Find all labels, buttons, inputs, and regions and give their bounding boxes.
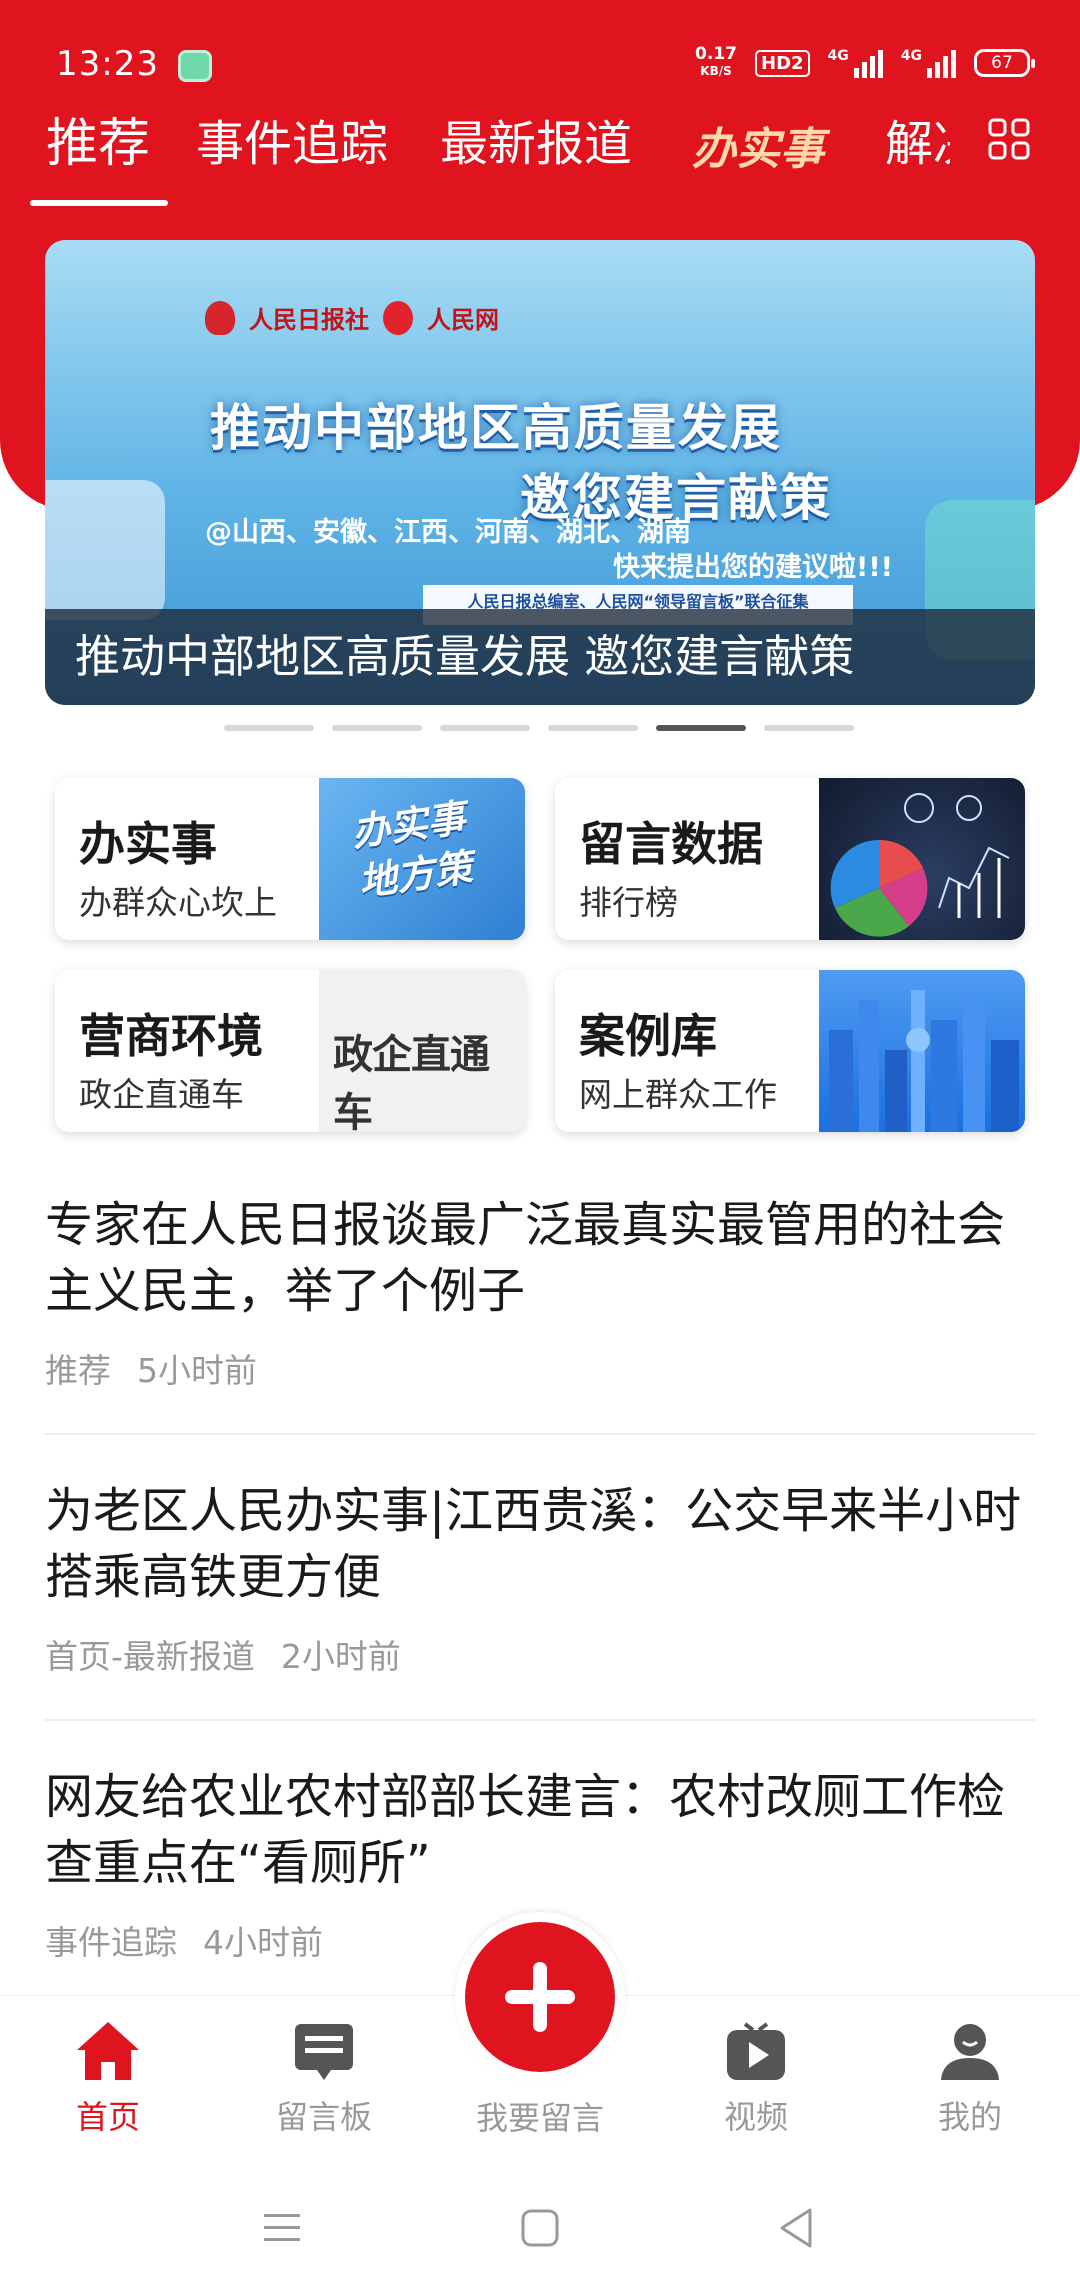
home-square-icon[interactable] <box>520 2208 560 2248</box>
card-image-skyline <box>819 970 1025 1132</box>
banner-subtitle-1: @山西、安徽、江西、河南、湖北、湖南 <box>205 517 691 548</box>
home-icon <box>77 2022 139 2080</box>
card-image-text: 办实事 地方策 <box>349 795 476 905</box>
status-time: 13:23 <box>56 44 159 84</box>
carousel-dot <box>224 725 314 731</box>
tab-solve-label: 解决 <box>885 116 950 172</box>
nav-board-label: 留言板 <box>275 2098 372 2136</box>
news-time: 4小时前 <box>203 1923 323 1962</box>
card-title: 营商环境 <box>79 1009 263 1063</box>
tab-latest-reports[interactable]: 最新报道 <box>440 112 632 176</box>
carousel-dot <box>764 725 854 731</box>
signal-label-sim1: 4G <box>827 48 849 64</box>
card-subtitle: 网上群众工作 <box>579 1075 777 1114</box>
nav-home-label: 首页 <box>75 2098 140 2136</box>
nav-video[interactable]: 视频 <box>676 2016 836 2138</box>
tab-get-things-done[interactable]: 办实事 <box>692 118 824 182</box>
publisher-logos: 人民日报社 人民网 <box>205 300 499 335</box>
news-category: 首页-最新报道 <box>45 1637 255 1676</box>
channel-grid-icon[interactable] <box>988 118 1030 160</box>
network-speed-unit: KB/S <box>700 64 732 78</box>
battery-icon: 67 <box>974 49 1035 77</box>
video-icon <box>727 2022 785 2080</box>
card-business-environment[interactable]: 营商环境 政企直通车 政企直通车 <box>55 970 525 1132</box>
post-message-button[interactable] <box>465 1922 615 2072</box>
menu-icon[interactable] <box>262 2210 302 2246</box>
news-category: 事件追踪 <box>45 1923 177 1962</box>
tab-solve-clipped[interactable]: 解决 <box>880 112 950 192</box>
news-meta: 首页-最新报道 2小时前 <box>45 1630 1035 1678</box>
carousel-dot <box>440 725 530 731</box>
status-bar: 13:23 0.17 KB/S HD2 4G 4G 67 <box>0 0 1080 130</box>
cloud-decoration <box>45 480 165 620</box>
profile-icon <box>941 2024 999 2080</box>
card-image-zhengqi: 政企直通车 <box>319 970 525 1132</box>
carousel-indicator <box>224 725 854 731</box>
signal-icon-sim2: 4G <box>901 48 956 78</box>
signal-icon-sim1: 4G <box>828 48 883 78</box>
nav-home[interactable]: 首页 <box>28 2016 188 2138</box>
banner-caption: 推动中部地区高质量发展 邀您建言献策 <box>45 609 1035 705</box>
post-message-label: 我要留言 <box>475 2099 604 2137</box>
tab-recommend[interactable]: 推荐 <box>46 112 150 176</box>
card-image-text: 政企直通车 <box>333 1031 490 1132</box>
news-category: 推荐 <box>45 1351 111 1390</box>
signal-label-sim2: 4G <box>900 48 922 64</box>
active-tab-indicator <box>30 200 168 206</box>
card-message-data[interactable]: 留言数据 排行榜 <box>555 778 1025 940</box>
card-subtitle: 政企直通车 <box>79 1075 244 1114</box>
card-title: 案例库 <box>579 1009 717 1063</box>
banner-subtitle-2: 快来提出您的建议啦!!! <box>613 552 893 583</box>
carousel-dot <box>332 725 422 731</box>
carousel-dot <box>548 725 638 731</box>
card-subtitle: 排行榜 <box>579 883 678 922</box>
plus-icon-vertical <box>533 1962 547 2032</box>
notification-app-icon <box>178 50 212 82</box>
message-board-icon <box>295 2024 353 2080</box>
people-cn-logo-icon <box>383 300 413 335</box>
news-time: 2小时前 <box>280 1637 401 1676</box>
nav-mine-label: 我的 <box>937 2098 1002 2136</box>
people-cn-logo-text: 人民网 <box>427 305 499 334</box>
news-title: 专家在人民日报谈最广泛最真实最管用的社会主义民主，举了个例子 <box>45 1197 1006 1319</box>
card-title: 办实事 <box>79 817 217 871</box>
news-time: 5小时前 <box>137 1351 257 1390</box>
card-case-library[interactable]: 案例库 网上群众工作 <box>555 970 1025 1132</box>
news-divider <box>45 1433 1035 1435</box>
news-item[interactable]: 为老区人民办实事|江西贵溪：公交早来半小时 搭乘高铁更方便 首页-最新报道 2小时… <box>45 1478 1035 1678</box>
nav-message-board[interactable]: 留言板 <box>244 2016 404 2138</box>
peoples-daily-logo-icon <box>205 300 235 335</box>
app-screen: 13:23 0.17 KB/S HD2 4G 4G 67 推荐 事件追踪 最新报… <box>0 0 1080 2280</box>
card-subtitle: 办群众心坎上 <box>79 883 277 922</box>
card-title: 留言数据 <box>579 817 763 871</box>
city-skyline-icon <box>829 990 1019 1132</box>
hd-voice-badge: HD2 <box>755 49 810 77</box>
pie-chart-icon <box>830 793 1010 937</box>
card-image-banshi: 办实事 地方策 <box>319 778 525 940</box>
system-navigation-bar <box>0 2160 1080 2280</box>
news-meta: 推荐 5小时前 <box>45 1344 1035 1392</box>
card-image-chart <box>819 778 1025 940</box>
back-icon[interactable] <box>776 2206 816 2250</box>
news-item[interactable]: 专家在人民日报谈最广泛最真实最管用的社会主义民主，举了个例子 推荐 5小时前 <box>45 1192 1035 1392</box>
card-get-things-done[interactable]: 办实事 办群众心坎上 办实事 地方策 <box>55 778 525 940</box>
status-indicators: 0.17 KB/S HD2 4G 4G 67 <box>695 46 1035 80</box>
news-title: 网友给农业农村部部长建言：农村改厕工作检查重点在“看厕所” <box>45 1769 1006 1891</box>
carousel-dot-active <box>656 725 746 731</box>
news-title: 为老区人民办实事|江西贵溪：公交早来半小时 搭乘高铁更方便 <box>45 1483 1022 1605</box>
tab-event-tracking[interactable]: 事件追踪 <box>196 112 388 176</box>
nav-mine[interactable]: 我的 <box>890 2016 1050 2138</box>
network-speed: 0.17 KB/S <box>695 46 737 80</box>
news-divider <box>45 1719 1035 1721</box>
carousel-banner[interactable]: 人民日报社 人民网 推动中部地区高质量发展 邀您建言献策 @山西、安徽、江西、河… <box>45 240 1035 705</box>
peoples-daily-logo-text: 人民日报社 <box>249 305 369 334</box>
network-speed-value: 0.17 <box>695 44 737 64</box>
nav-video-label: 视频 <box>723 2098 788 2136</box>
banner-headline-1: 推动中部地区高质量发展 <box>210 399 782 457</box>
